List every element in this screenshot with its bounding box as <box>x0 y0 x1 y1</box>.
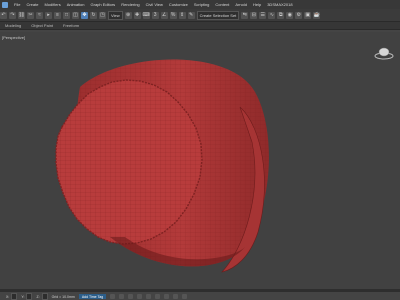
menu-rendering[interactable]: Rendering <box>118 2 142 7</box>
zoom-icon[interactable] <box>155 294 161 299</box>
go-to-end-icon[interactable] <box>146 294 152 299</box>
reference-coordinate-dropdown[interactable]: View <box>108 10 123 20</box>
timeline-slider[interactable] <box>0 289 400 292</box>
keyboard-shortcut-icon[interactable]: ⌨ <box>143 11 150 19</box>
link-icon[interactable]: ⛓ <box>18 11 25 19</box>
x-field[interactable] <box>11 293 18 300</box>
grid-size: Grid = 10.0mm <box>51 294 75 299</box>
menu-customize[interactable]: Customize <box>166 2 191 7</box>
z-field[interactable] <box>41 293 48 300</box>
y-label: Y: <box>21 294 25 299</box>
pivot-center-icon[interactable]: ⊕ <box>124 11 132 19</box>
tab-modeling[interactable]: Modeling <box>0 23 26 28</box>
main-toolbar: ↶ ↷ ⛓ ✂ ≈ ▸ ≡ □ ◫ ✥ ↻ ◳ View ⊕ ✚ ⌨ 3 ∠ %… <box>0 9 400 22</box>
schematic-view-icon[interactable]: ⧉ <box>277 11 285 19</box>
redo-icon[interactable]: ↷ <box>9 11 16 19</box>
go-to-start-icon[interactable] <box>110 294 116 299</box>
edit-named-selection-icon[interactable]: ✎ <box>187 11 195 19</box>
menu-animation[interactable]: Animation <box>64 2 88 7</box>
maximize-viewport-icon[interactable] <box>182 294 188 299</box>
select-scale-icon[interactable]: ◳ <box>99 11 106 19</box>
select-rotate-icon[interactable]: ↻ <box>90 11 97 19</box>
menu-version[interactable]: 3DSMAX2018 <box>264 2 295 7</box>
cylinder-mesh[interactable] <box>0 32 400 289</box>
tab-freeform[interactable]: Freeform <box>58 23 84 28</box>
align-icon[interactable]: ⊟ <box>250 11 258 19</box>
tab-object-paint[interactable]: Object Paint <box>26 23 58 28</box>
z-label: Z: <box>36 294 40 299</box>
render-setup-icon[interactable]: ⚙ <box>295 11 303 19</box>
rectangular-selection-icon[interactable]: □ <box>63 11 70 19</box>
menu-content[interactable]: Content <box>212 2 232 7</box>
menu-modifiers[interactable]: Modifiers <box>41 2 63 7</box>
coord-x: X: <box>6 293 18 300</box>
coord-z: Z: <box>36 293 48 300</box>
x-label: X: <box>6 294 10 299</box>
menu-help[interactable]: Help <box>250 2 264 7</box>
layer-explorer-icon[interactable]: ☰ <box>259 11 267 19</box>
play-icon[interactable] <box>128 294 134 299</box>
app-logo-icon[interactable] <box>2 1 8 8</box>
curve-editor-icon[interactable]: ∿ <box>268 11 276 19</box>
snaps-toggle-icon[interactable]: 3 <box>151 11 159 19</box>
undo-icon[interactable]: ↶ <box>0 11 7 19</box>
angle-snap-icon[interactable]: ∠ <box>160 11 168 19</box>
y-field[interactable] <box>26 293 33 300</box>
named-selection-dropdown[interactable]: Create Selection Set <box>196 10 240 20</box>
unlink-icon[interactable]: ✂ <box>27 11 34 19</box>
select-manipulate-icon[interactable]: ✚ <box>133 11 141 19</box>
select-object-icon[interactable]: ▸ <box>45 11 52 19</box>
menu-create[interactable]: Create <box>23 2 41 7</box>
render-frame-icon[interactable]: ▣ <box>304 11 312 19</box>
select-move-icon[interactable]: ✥ <box>81 11 88 19</box>
menu-civil-view[interactable]: Civil View <box>143 2 166 7</box>
menu-arnold[interactable]: Arnold <box>232 2 250 7</box>
menu-scripting[interactable]: Scripting <box>191 2 213 7</box>
coord-y: Y: <box>21 293 33 300</box>
perspective-viewport[interactable]: [Perspective] <box>0 32 400 289</box>
select-by-name-icon[interactable]: ≡ <box>54 11 61 19</box>
window-crossing-icon[interactable]: ◫ <box>72 11 79 19</box>
menu-graph-editors[interactable]: Graph Editors <box>88 2 119 7</box>
pan-icon[interactable] <box>173 294 179 299</box>
percent-snap-icon[interactable]: % <box>169 11 177 19</box>
previous-frame-icon[interactable] <box>119 294 125 299</box>
bind-space-warp-icon[interactable]: ≈ <box>36 11 43 19</box>
status-bar: X: Y: Z: Grid = 10.0mm Add Time Tag <box>0 293 400 300</box>
next-frame-icon[interactable] <box>137 294 143 299</box>
orbit-icon[interactable] <box>164 294 170 299</box>
menu-file[interactable]: File <box>11 2 23 7</box>
mirror-icon[interactable]: ⇋ <box>241 11 249 19</box>
add-time-tag-button[interactable]: Add Time Tag <box>78 294 107 299</box>
ribbon-tabs: Modeling Object Paint Freeform <box>0 22 400 30</box>
spinner-snap-icon[interactable]: ⇕ <box>178 11 186 19</box>
material-editor-icon[interactable]: ◉ <box>286 11 294 19</box>
render-production-icon[interactable]: ☕ <box>313 11 321 19</box>
